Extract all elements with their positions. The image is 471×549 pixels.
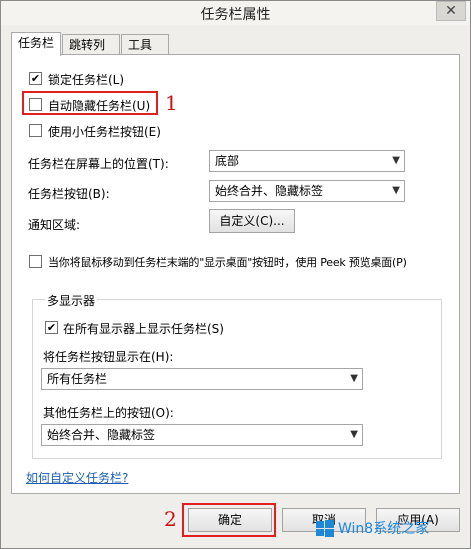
small-buttons-checkbox[interactable]: [29, 124, 42, 137]
show-all-displays-checkbox[interactable]: ✔: [45, 321, 58, 334]
multi-monitor-legend: 多显示器: [45, 292, 98, 309]
notification-area-label: 通知区域:: [28, 218, 81, 232]
show-buttons-on-value: 所有任务栏: [47, 372, 108, 386]
highlight-box-ok: [182, 503, 276, 537]
title-bar: 任务栏属性 ✕: [1, 1, 470, 25]
annotation-number-1: 1: [165, 91, 178, 115]
chevron-down-icon: ▼: [392, 185, 400, 196]
lock-taskbar-checkbox[interactable]: ✔: [29, 72, 42, 85]
lock-taskbar-label: 锁定任务栏(L): [48, 73, 125, 87]
tab-taskbar[interactable]: 任务栏: [11, 32, 61, 56]
small-buttons-label: 使用小任务栏按钮(E): [48, 125, 161, 139]
taskbar-location-select[interactable]: 底部 ▼: [209, 150, 405, 172]
windows-logo-icon: [316, 520, 334, 537]
multi-monitor-group: 多显示器 ✔ 在所有显示器上显示任务栏(S) 将任务栏按钮显示在(H): 所有任…: [32, 292, 442, 459]
tab-jumplists[interactable]: 跳转列表: [62, 34, 120, 69]
taskbar-buttons-label: 任务栏按钮(B):: [28, 187, 110, 201]
help-link[interactable]: 如何自定义任务栏?: [26, 469, 128, 486]
site-watermark: Win8系统之家: [316, 516, 466, 542]
watermark-text: Win8系统之家: [338, 521, 430, 537]
taskbar-buttons-select[interactable]: 始终合并、隐藏标签 ▼: [209, 180, 405, 202]
taskbar-location-value: 底部: [215, 154, 240, 168]
peek-label: 当你将鼠标移动到任务栏末端的"显示桌面"按钮时，使用 Peek 预览桌面(P): [48, 256, 407, 269]
tab-panel-taskbar: ✔ 锁定任务栏(L) 自动隐藏任务栏(U) 使用小任务栏按钮(E) 任务栏在屏幕…: [11, 54, 460, 494]
annotation-number-2: 2: [164, 507, 177, 531]
show-buttons-on-select[interactable]: 所有任务栏 ▼: [41, 368, 363, 390]
taskbar-buttons-value: 始终合并、隐藏标签: [215, 184, 324, 198]
customize-button[interactable]: 自定义(C)...: [209, 209, 295, 233]
tab-toolbars[interactable]: 工具栏: [121, 34, 169, 69]
highlight-box-autohide: [22, 91, 158, 115]
chevron-down-icon: ▼: [350, 373, 358, 384]
other-taskbar-buttons-select[interactable]: 始终合并、隐藏标签 ▼: [41, 424, 363, 446]
close-button[interactable]: ✕: [436, 1, 466, 21]
other-taskbar-buttons-label: 其他任务栏上的按钮(O):: [43, 406, 174, 420]
chevron-down-icon: ▼: [392, 155, 400, 166]
show-buttons-on-label: 将任务栏按钮显示在(H):: [43, 350, 174, 364]
taskbar-location-label: 任务栏在屏幕上的位置(T):: [28, 157, 169, 171]
show-all-displays-label: 在所有显示器上显示任务栏(S): [63, 322, 224, 336]
chevron-down-icon: ▼: [350, 429, 358, 440]
taskbar-properties-dialog: 任务栏属性 ✕ 任务栏 跳转列表 工具栏 ✔ 锁定任务栏(L) 自动隐藏任务栏(…: [0, 0, 471, 549]
peek-checkbox[interactable]: [29, 255, 42, 268]
other-taskbar-buttons-value: 始终合并、隐藏标签: [47, 428, 156, 442]
window-title: 任务栏属性: [200, 7, 271, 23]
